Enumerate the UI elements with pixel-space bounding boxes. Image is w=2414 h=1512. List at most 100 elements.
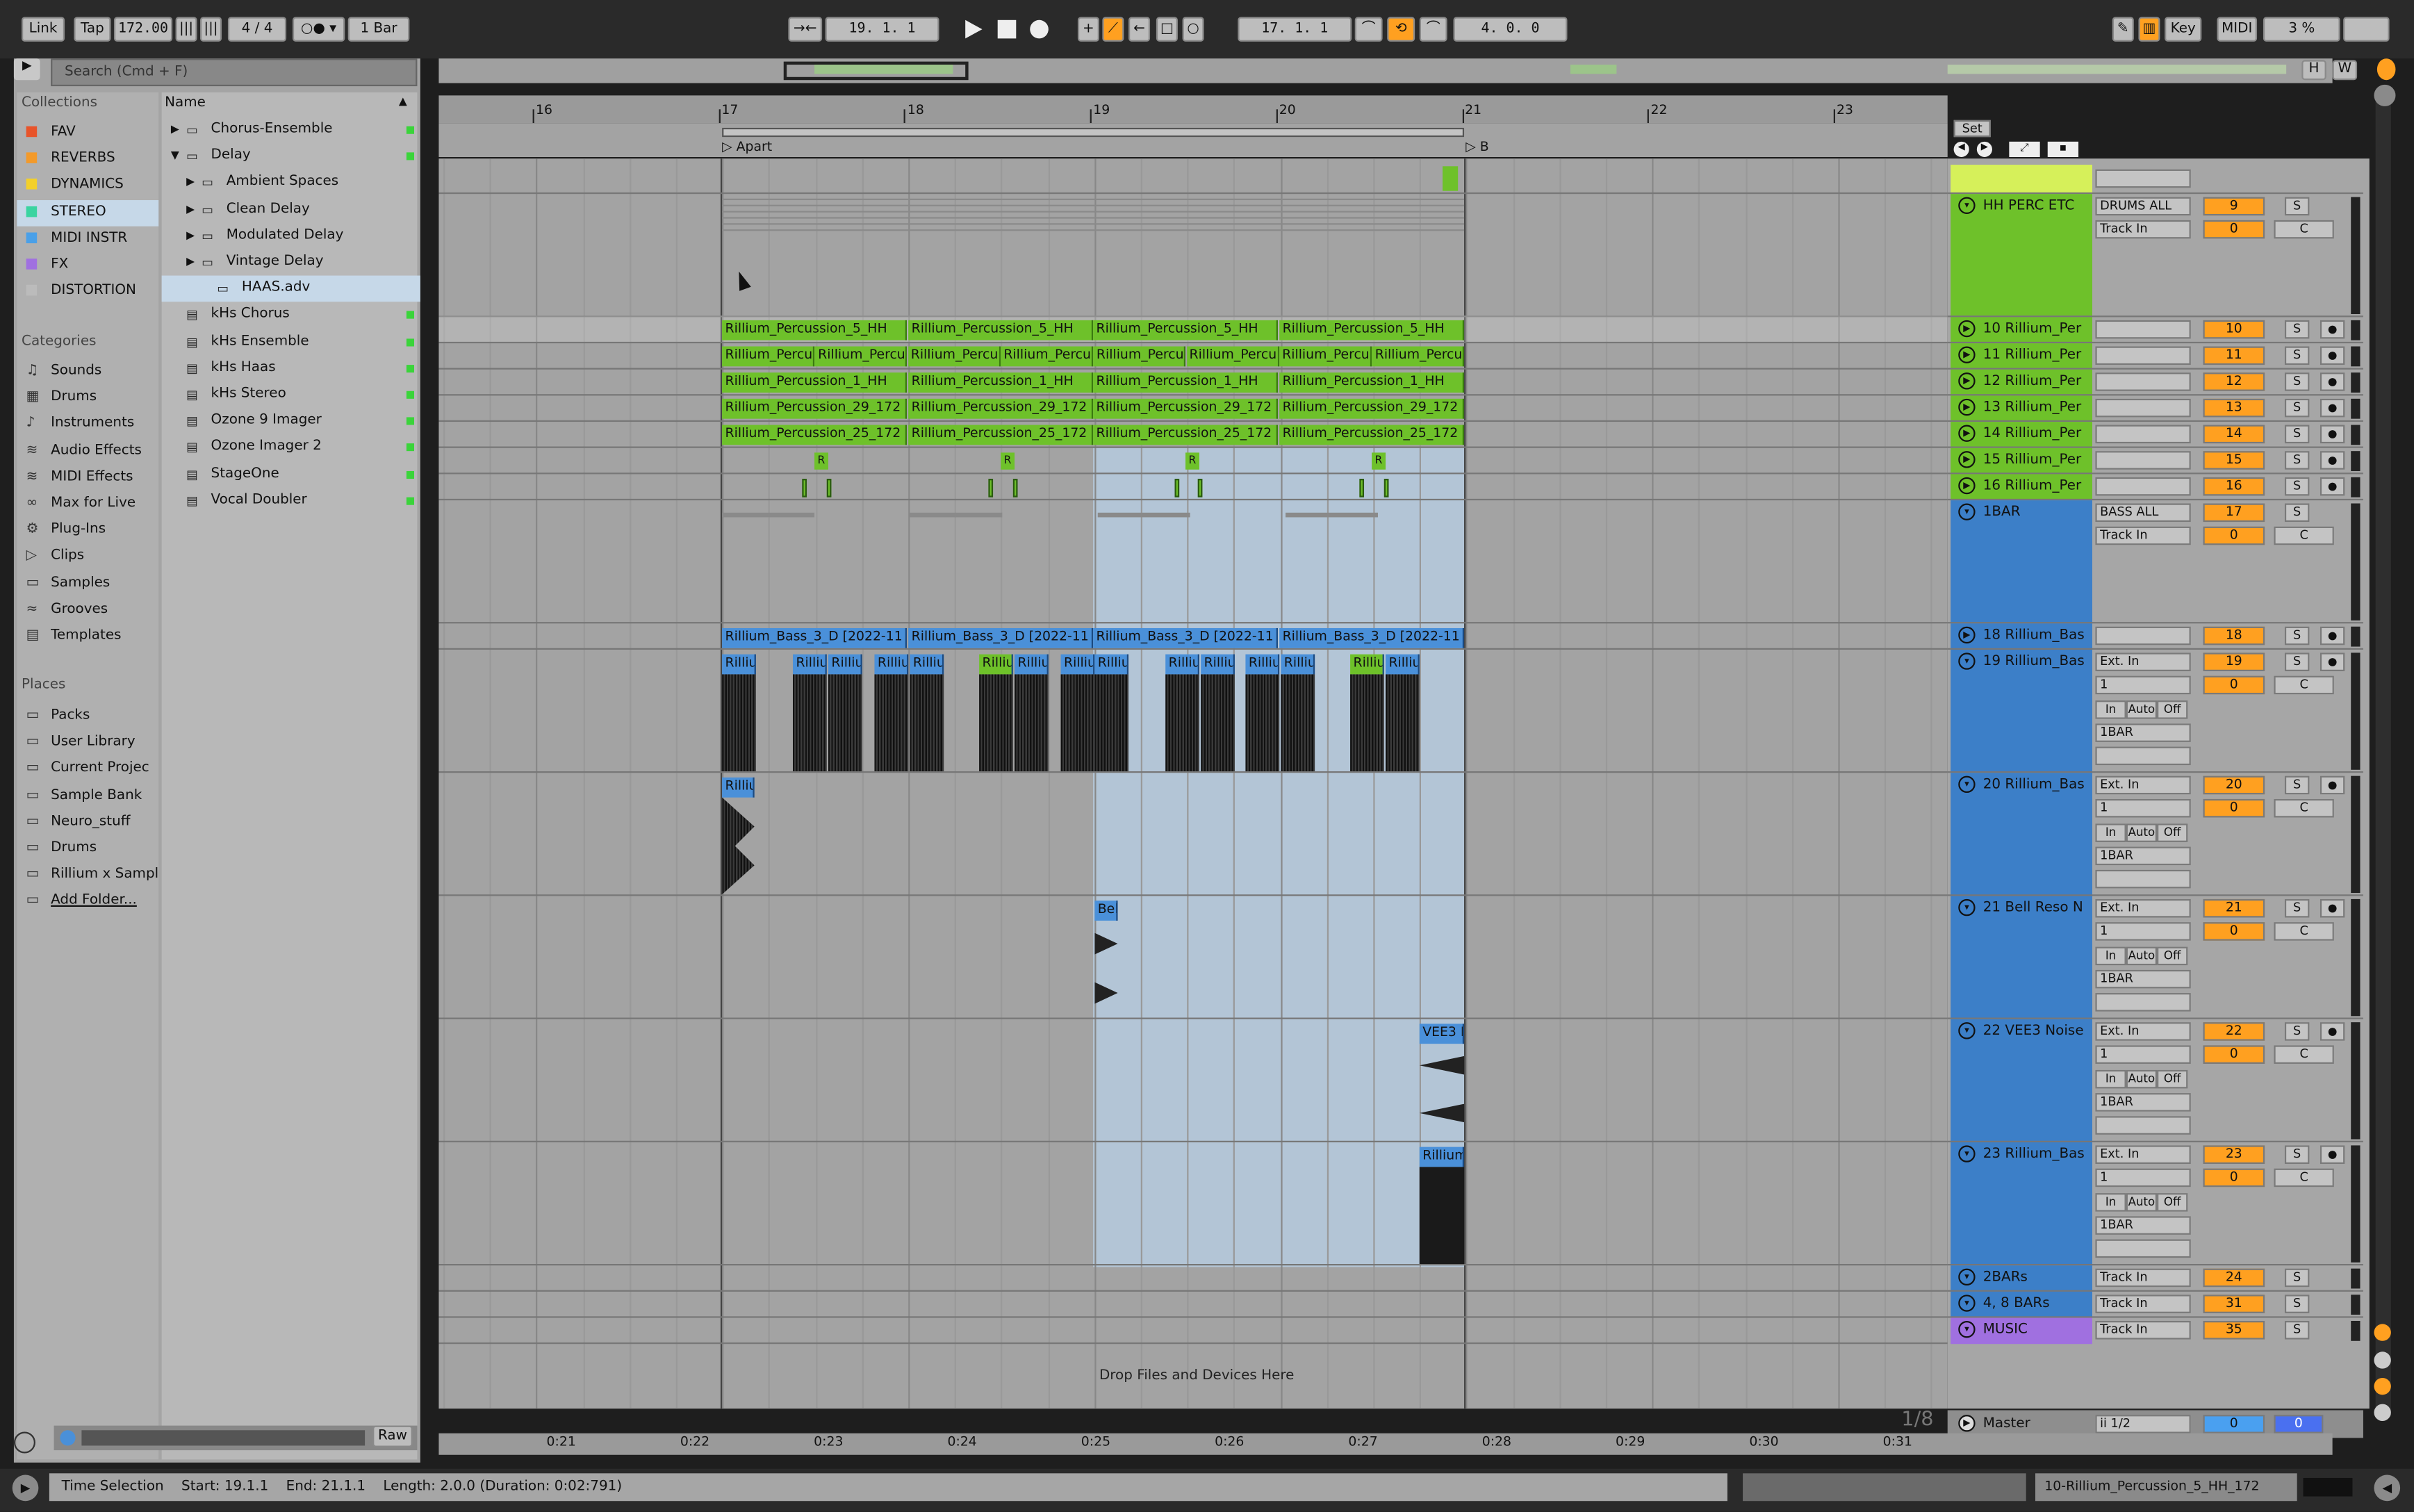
monitor-button[interactable]: Off bbox=[2157, 1193, 2188, 1212]
input-select[interactable]: Track In bbox=[2095, 1268, 2191, 1288]
arm-button[interactable]: ● bbox=[2319, 425, 2345, 444]
pan-field[interactable]: C bbox=[2274, 526, 2334, 545]
category-instruments[interactable]: ♪ Instruments bbox=[17, 411, 158, 438]
track-activator[interactable]: 12 bbox=[2203, 372, 2265, 391]
place-2[interactable]: ▭ Current Projec bbox=[17, 757, 158, 783]
quantization-select[interactable]: 1 Bar bbox=[347, 17, 410, 42]
input-select[interactable] bbox=[2095, 320, 2191, 339]
track-activator[interactable]: 24 bbox=[2203, 1268, 2265, 1288]
arm-button[interactable]: ● bbox=[2319, 1145, 2345, 1164]
collection-fav[interactable]: FAV bbox=[17, 120, 158, 147]
nudge-up-button[interactable]: ||| bbox=[200, 17, 222, 42]
browser-item[interactable]: ▶ ▭ Clean Delay bbox=[162, 197, 420, 223]
input-select[interactable] bbox=[2095, 626, 2191, 646]
track-activator[interactable]: 35 bbox=[2203, 1320, 2265, 1340]
link-button[interactable]: Link bbox=[22, 17, 65, 42]
audio-clip[interactable]: Rilliu bbox=[1386, 654, 1420, 675]
time-signature-field[interactable]: 4 / 4 bbox=[227, 17, 287, 42]
midi-clip[interactable]: Rillium_Percussion_25_172 bbox=[1093, 425, 1278, 445]
track-activator[interactable]: 21 bbox=[2203, 898, 2265, 918]
arm-button[interactable]: ● bbox=[2319, 652, 2345, 672]
time-selection[interactable] bbox=[1093, 447, 1465, 1267]
solo-button[interactable]: S bbox=[2284, 477, 2310, 496]
input-channel-select[interactable]: 1 bbox=[2095, 1045, 2191, 1064]
track-name[interactable]: 11 Rillium_Per bbox=[1948, 345, 2092, 368]
solo-button[interactable]: S bbox=[2284, 1320, 2310, 1340]
set-button[interactable]: Set bbox=[1953, 120, 1991, 138]
overdub-button[interactable]: + bbox=[1077, 17, 1099, 42]
volume-field[interactable]: 0 bbox=[2203, 1168, 2265, 1188]
detail-toggle-icon[interactable]: ◀ bbox=[2374, 1474, 2401, 1502]
clip-marker[interactable]: R bbox=[1372, 452, 1386, 470]
track-name[interactable]: 22 VEE3 Noise bbox=[1948, 1021, 2092, 1044]
arm-button[interactable]: ● bbox=[2319, 477, 2345, 496]
pan-field[interactable]: C bbox=[2274, 798, 2334, 818]
browser-item[interactable]: ▭ HAAS.adv bbox=[161, 276, 420, 302]
arm-button[interactable]: ● bbox=[2319, 398, 2345, 418]
category-sounds[interactable]: ♫ Sounds bbox=[17, 359, 158, 385]
solo-button[interactable]: S bbox=[2284, 1145, 2310, 1164]
follow-button[interactable]: →← bbox=[788, 17, 823, 42]
monitor-button[interactable]: Auto bbox=[2126, 1193, 2158, 1212]
beat-time-ruler[interactable]: 16 17 18 19 20 21 22 23 bbox=[438, 95, 1948, 124]
info-view-toggle-icon[interactable]: ▶ bbox=[12, 1474, 39, 1502]
place-6[interactable]: ▭ Rillium x Sampl bbox=[17, 862, 159, 889]
track-name[interactable]: 12 Rillium_Per bbox=[1948, 371, 2092, 394]
sort-arrow-icon[interactable]: ▲ bbox=[399, 95, 407, 108]
track-activator[interactable]: 31 bbox=[2203, 1295, 2265, 1313]
midi-clip[interactable]: Rillium_Percussion_25_172 bbox=[908, 425, 1094, 445]
category-drums[interactable]: ▦ Drums bbox=[17, 385, 158, 411]
monitor-button[interactable]: Off bbox=[2157, 946, 2188, 966]
punch-out-button[interactable]: ⌒ bbox=[1419, 17, 1447, 42]
arm-button[interactable]: ● bbox=[2319, 346, 2345, 365]
midi-clip[interactable]: Rillium_Percussion_29_172 bbox=[722, 398, 907, 419]
song-position-field[interactable]: 19. 1. 1 bbox=[825, 17, 939, 42]
category-plug-ins[interactable]: ⚙ Plug-Ins bbox=[17, 518, 158, 544]
loop-start-field[interactable]: 17. 1. 1 bbox=[1238, 17, 1352, 42]
input-select[interactable]: Track In bbox=[2095, 1320, 2191, 1340]
input-select[interactable] bbox=[2095, 372, 2191, 391]
midi-clip[interactable]: Rillium_Percussion_5_HH bbox=[1279, 320, 1465, 340]
audio-clip[interactable]: Bel bbox=[1094, 901, 1118, 921]
place-1[interactable]: ▭ User Library bbox=[17, 730, 158, 757]
input-channel-select[interactable]: 1 bbox=[2095, 1168, 2191, 1188]
category-samples[interactable]: ▭ Samples bbox=[17, 570, 158, 597]
audio-clip[interactable]: Rillium_Bass_3_D [2022-11 bbox=[722, 627, 907, 648]
track-name[interactable]: HH PERC ETC bbox=[1948, 195, 2092, 218]
input-channel-select[interactable]: Track In bbox=[2095, 526, 2191, 545]
tempo-field[interactable]: 172.00 bbox=[113, 17, 173, 42]
monitor-button[interactable]: In bbox=[2095, 700, 2126, 719]
key-map-button[interactable]: Key bbox=[2165, 17, 2202, 42]
track-header[interactable]: ▾ 23 Rillium_Bas Ext. In 23 S ● 1 0 C In Auto Off 1B… bbox=[1947, 1140, 2363, 1266]
input-select[interactable] bbox=[2095, 477, 2191, 496]
audio-clip[interactable]: Rilliu bbox=[1245, 654, 1280, 675]
input-select[interactable]: Ext. In bbox=[2095, 1145, 2191, 1164]
browser-item[interactable]: ▤ Ozone 9 Imager bbox=[162, 409, 420, 435]
midi-clip[interactable]: Rillium_Percu bbox=[722, 346, 815, 367]
input-select[interactable]: Ext. In bbox=[2095, 898, 2191, 918]
pan-field[interactable]: C bbox=[2274, 1168, 2334, 1188]
preview-waveform[interactable] bbox=[81, 1430, 366, 1446]
input-select[interactable]: Track In bbox=[2095, 1295, 2191, 1313]
arrangement-overview[interactable] bbox=[438, 58, 2333, 83]
monitor-button[interactable]: Auto bbox=[2126, 823, 2158, 842]
audio-clip[interactable]: Rilliu bbox=[722, 654, 756, 675]
monitor-button[interactable]: Auto bbox=[2126, 1069, 2158, 1089]
solo-button[interactable]: S bbox=[2284, 451, 2310, 470]
audio-clip[interactable]: Rilliu bbox=[828, 654, 862, 675]
input-channel-select[interactable]: Track In bbox=[2095, 220, 2191, 239]
loop-brace[interactable] bbox=[722, 127, 1465, 138]
track-name[interactable]: 4, 8 BARs bbox=[1948, 1293, 2092, 1316]
browser-item[interactable]: ▶ ▭ Modulated Delay bbox=[162, 223, 420, 249]
expand-arrow-icon[interactable]: ▶ bbox=[186, 197, 195, 223]
solo-button[interactable]: S bbox=[2284, 1295, 2310, 1313]
midi-clip[interactable]: Rillium_Percussion_29_172 bbox=[1279, 398, 1465, 419]
tap-tempo-button[interactable]: Tap bbox=[74, 17, 111, 42]
track-activator[interactable]: 16 bbox=[2203, 477, 2265, 496]
volume-field[interactable]: 0 bbox=[2203, 526, 2265, 545]
track-activator[interactable]: 22 bbox=[2203, 1022, 2265, 1041]
collection-reverbs[interactable]: REVERBS bbox=[17, 147, 158, 173]
track-activator[interactable]: 18 bbox=[2203, 626, 2265, 646]
track-activator[interactable]: 9 bbox=[2203, 197, 2265, 216]
monitor-button[interactable]: In bbox=[2095, 946, 2126, 966]
